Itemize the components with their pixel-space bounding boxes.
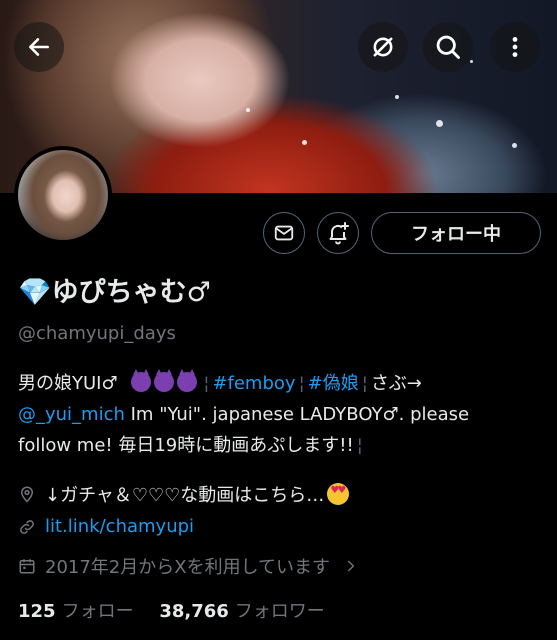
user-handle: @chamyupi_days xyxy=(18,323,176,344)
bio-text: Im "Yui". japanese LADYBOY♂. please xyxy=(124,404,470,425)
followers-count: 38,766 xyxy=(159,601,229,622)
mail-icon xyxy=(274,225,294,241)
no-notifications-icon xyxy=(373,37,393,57)
following-button[interactable]: フォロー中 xyxy=(371,212,541,254)
mention-link[interactable]: @_yui_mich xyxy=(18,404,125,425)
search-icon xyxy=(436,35,460,59)
bio-text: follow me! 毎日19時に動画あぷします!! xyxy=(18,435,354,456)
chevron-right-icon xyxy=(344,559,358,573)
following-label: フォロー xyxy=(61,601,134,622)
link-icon xyxy=(18,518,36,536)
joined-text: 2017年2月からXを利用しています xyxy=(45,557,331,578)
followers-label: フォロワー xyxy=(234,601,325,622)
follow-stats: 125 フォロー 38,766 フォロワー xyxy=(18,597,325,623)
notify-button[interactable] xyxy=(317,212,359,254)
heart-eyes-emoji-icon xyxy=(327,483,350,505)
bio-text: さぶ→ xyxy=(370,373,422,394)
notifications-toggle-button[interactable] xyxy=(358,22,408,72)
devil-emoji-icon xyxy=(131,369,200,394)
following-stat[interactable]: 125 フォロー xyxy=(18,601,134,622)
location-text: ↓ガチャ＆♡♡♡な動画はこちら… xyxy=(45,485,325,506)
search-button[interactable] xyxy=(423,22,473,72)
bell-plus-icon xyxy=(329,222,349,245)
more-button[interactable] xyxy=(490,22,540,72)
bio-text: 男の娘YUI♂ xyxy=(18,373,118,394)
avatar[interactable] xyxy=(14,146,112,244)
calendar-icon xyxy=(18,557,36,575)
back-button[interactable] xyxy=(14,22,64,72)
hashtag-femboy-link[interactable]: #femboy xyxy=(212,373,295,394)
message-button[interactable] xyxy=(263,212,305,254)
more-vertical-icon xyxy=(512,37,518,57)
back-arrow-icon xyxy=(29,38,49,56)
followers-stat[interactable]: 38,766 フォロワー xyxy=(159,601,324,622)
location-row: ↓ガチャ＆♡♡♡な動画はこちら… xyxy=(18,481,350,507)
following-count: 125 xyxy=(18,601,56,622)
website-row: lit.link/chamyupi xyxy=(18,516,194,537)
bio: 男の娘YUI♂ ¦ #femboy ¦ #偽娘 ¦ さぶ→ @_yui_mich Im "… xyxy=(18,369,470,456)
hashtag-nisemusume-link[interactable]: #偽娘 xyxy=(308,373,359,394)
joined-row[interactable]: 2017年2月からXを利用しています xyxy=(18,553,358,579)
website-link[interactable]: lit.link/chamyupi xyxy=(45,516,194,537)
display-name: 💎ゆぴちゃむ♂ xyxy=(18,277,211,308)
location-icon xyxy=(18,485,36,503)
